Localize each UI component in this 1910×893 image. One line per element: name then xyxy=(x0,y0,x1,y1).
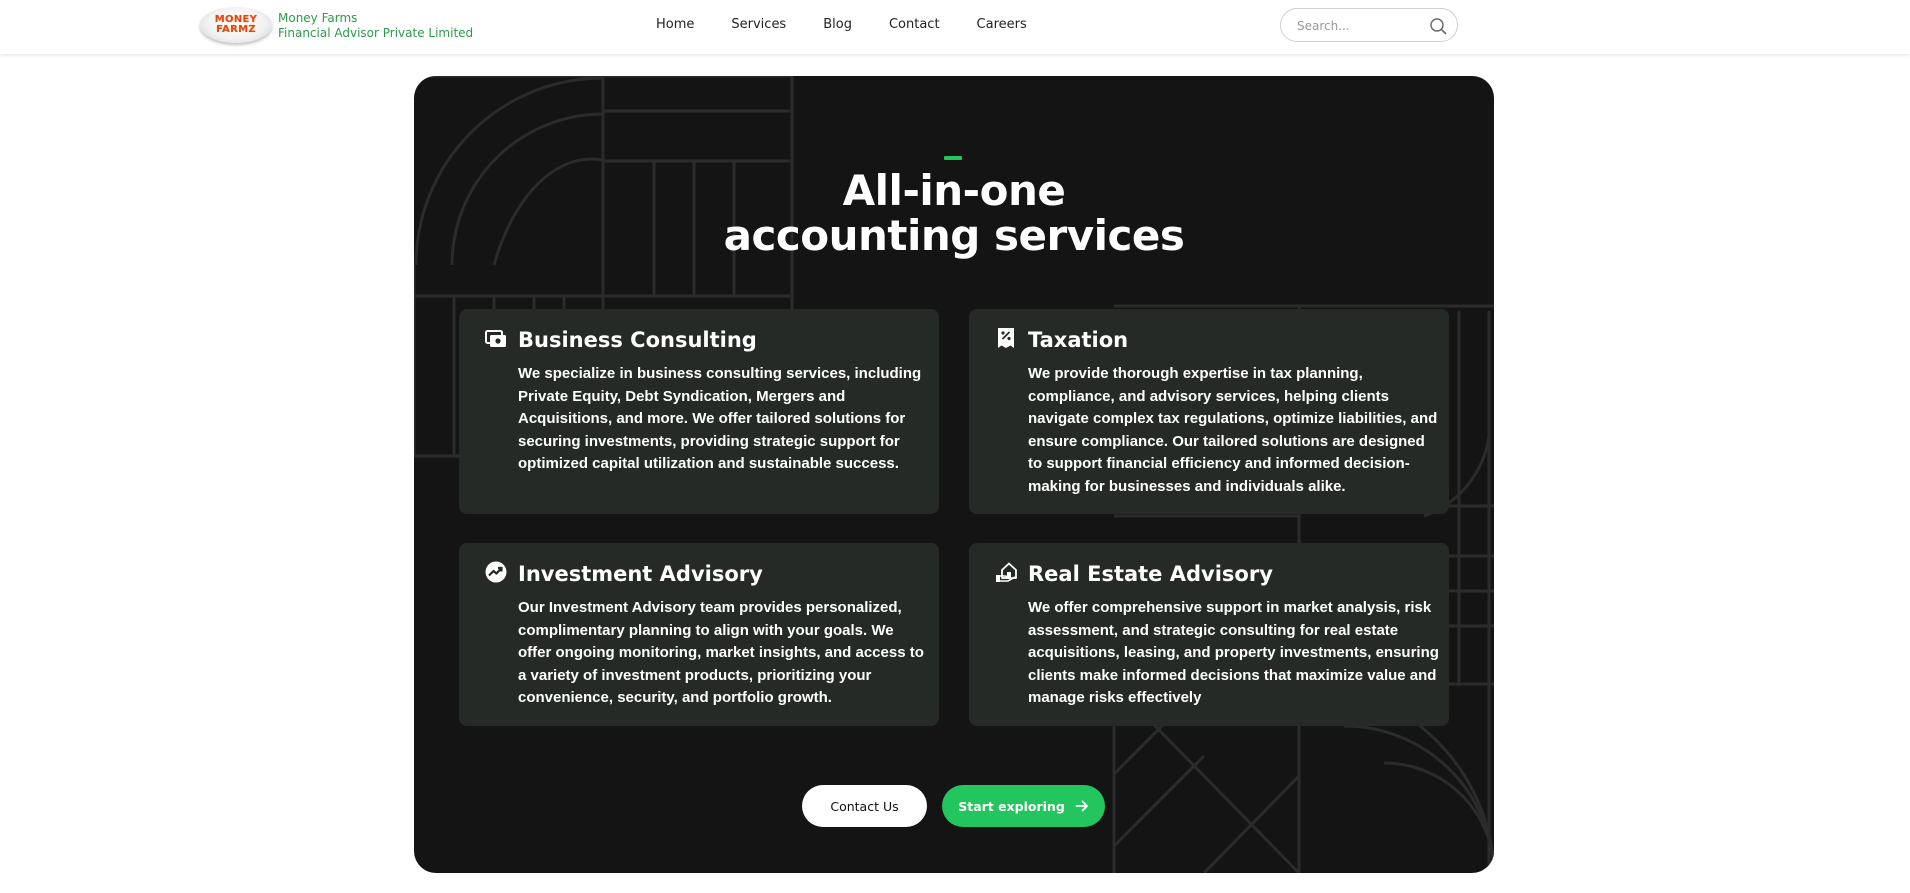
section-title-line2: accounting services xyxy=(723,211,1185,260)
contact-us-label: Contact Us xyxy=(830,798,899,814)
card-title: Business Consulting xyxy=(518,328,757,352)
section-title: All-in-one accounting services xyxy=(414,168,1494,258)
card-title: Taxation xyxy=(1028,328,1129,352)
title-accent-bar xyxy=(944,156,962,160)
brand-name: Money Farms xyxy=(278,11,358,25)
search-box xyxy=(1280,8,1458,42)
tax-receipt-icon xyxy=(998,328,1014,348)
home-hand-icon xyxy=(996,562,1017,582)
service-card-real-estate-advisory[interactable]: Real Estate Advisory We offer comprehens… xyxy=(969,543,1449,726)
site-header: MONEY FARMZ Money Farms Financial Adviso… xyxy=(0,0,1910,54)
service-card-taxation[interactable]: Taxation We provide thorough expertise i… xyxy=(969,309,1449,514)
nav-contact[interactable]: Contact xyxy=(889,17,940,32)
start-exploring-button[interactable]: Start exploring xyxy=(942,785,1105,827)
logo-text-line2: FARMZ xyxy=(216,24,256,35)
services-section: All-in-one accounting services Business … xyxy=(414,76,1494,873)
contact-us-button[interactable]: Contact Us xyxy=(802,785,927,827)
search-icon[interactable] xyxy=(1429,17,1447,35)
card-description: We provide thorough expertise in tax pla… xyxy=(1028,365,1438,495)
nav-home[interactable]: Home xyxy=(656,17,694,32)
briefcase-icon xyxy=(485,330,506,347)
arrow-right-icon xyxy=(1075,800,1088,812)
service-card-investment-advisory[interactable]: Investment Advisory Our Investment Advis… xyxy=(459,543,939,726)
brand-tagline: Financial Advisor Private Limited xyxy=(278,26,474,40)
section-title-line1: All-in-one xyxy=(842,166,1066,215)
nav-careers[interactable]: Careers xyxy=(977,17,1027,32)
card-description: We specialize in business consulting ser… xyxy=(518,365,922,472)
nav-blog[interactable]: Blog xyxy=(823,17,852,32)
search-input[interactable] xyxy=(1295,17,1419,35)
brand-text[interactable]: Money Farms Financial Advisor Private Li… xyxy=(278,11,473,41)
trending-up-icon xyxy=(485,561,507,583)
nav-services[interactable]: Services xyxy=(731,17,786,32)
service-card-business-consulting[interactable]: Business Consulting We specialize in bus… xyxy=(459,309,939,514)
card-title: Investment Advisory xyxy=(518,562,763,586)
main-nav: Home Services Blog Contact Careers xyxy=(656,17,1064,32)
start-exploring-label: Start exploring xyxy=(958,798,1065,814)
card-description: Our Investment Advisory team provides pe… xyxy=(518,599,924,706)
card-description: We offer comprehensive support in market… xyxy=(1028,599,1439,706)
card-title: Real Estate Advisory xyxy=(1028,562,1273,586)
money-farmz-logo[interactable]: MONEY FARMZ xyxy=(200,7,272,43)
